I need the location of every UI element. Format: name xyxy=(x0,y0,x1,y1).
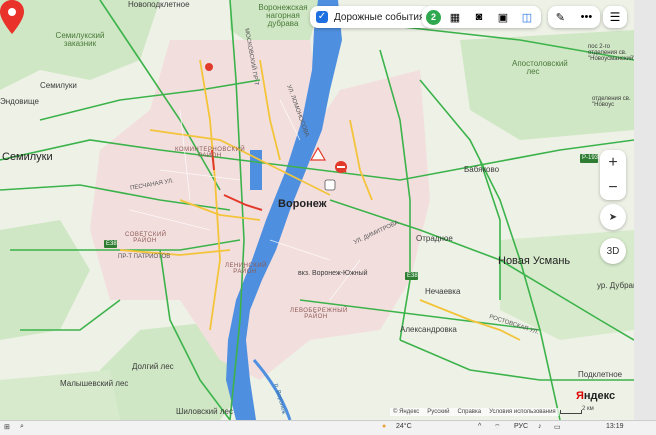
label-babyakovo: Бабяково xyxy=(464,165,500,174)
clock-label[interactable]: 13:19 xyxy=(606,423,624,430)
3d-label: 3D xyxy=(606,245,620,257)
logo-letter: Я xyxy=(576,390,584,402)
label-city: Воронеж xyxy=(278,198,327,210)
ruler-icon[interactable]: ✎ xyxy=(556,11,565,24)
label-semiluki-top: Семилуки xyxy=(40,81,77,90)
label-dubrava: ур. Дубрава xyxy=(597,281,634,290)
label-shilovsky: Шиловский лес xyxy=(176,407,233,416)
label-apostolovsky: Апостоловский лес xyxy=(512,59,568,76)
camera-icon[interactable]: ◙ xyxy=(469,8,489,26)
label-e38: Е38 xyxy=(106,241,117,247)
speaker-icon[interactable]: ♪ xyxy=(538,423,542,430)
label-levoberezhny: ЛЕВОБЕРЕЖНЫЙ РАЙОН xyxy=(290,308,348,320)
3d-button[interactable]: 3D xyxy=(600,238,626,264)
label-semiluki: Семилуки xyxy=(2,151,53,163)
label-aleksandrovka: Александровка xyxy=(400,325,457,334)
label-p193: Р-193 xyxy=(582,155,599,161)
zoom-controls: + − xyxy=(600,150,626,200)
label-patriotov: ПР-Т ПАТРИОТОВ xyxy=(118,254,171,260)
scale-bar xyxy=(560,410,582,414)
label-leninsky: ЛЕНИНСКИЙ РАЙОН xyxy=(225,263,267,275)
label-sovetsky: СОВЕТСКИЙ РАЙОН xyxy=(125,232,167,244)
geolocation-button[interactable]: ➤ xyxy=(600,204,626,230)
label-novous: отделения св. "Новоус xyxy=(592,96,631,108)
weather-icon: ● xyxy=(382,423,387,430)
traffic-events-label: Дорожные события xyxy=(334,11,425,23)
label-novopodklet: Новоподклетное xyxy=(128,0,190,9)
checkbox-icon[interactable]: ✓ xyxy=(316,11,328,23)
layers-toolbar: 2 ▦ ◙ ▣ ◫ xyxy=(422,6,541,28)
taskbar: ⊞ ⌕ ● 24°C ^ ⌔ РУС ♪ ▭ 13:19 xyxy=(0,420,656,435)
layers-icon[interactable]: ◫ xyxy=(517,8,537,26)
copyright-link[interactable]: © Яндекс xyxy=(393,409,419,415)
label-voronezh-forest: Воронежская нагорная дубрава xyxy=(258,3,308,28)
language-link[interactable]: Русский xyxy=(427,409,449,415)
zoom-out-button[interactable]: − xyxy=(608,179,617,197)
battery-icon[interactable]: ▭ xyxy=(554,423,561,431)
zoom-in-button[interactable]: + xyxy=(608,154,617,172)
map-canvas[interactable]: Новоподклетное Семилукский заказник Семи… xyxy=(0,0,634,420)
more-button[interactable]: ••• xyxy=(581,11,593,23)
network-icon[interactable]: ⌔ xyxy=(494,423,501,432)
tools-toolbar: ✎ ••• xyxy=(548,6,600,28)
transport-icon[interactable]: ▣ xyxy=(493,8,513,26)
temperature-label: 24°C xyxy=(396,423,412,430)
label-otradnoe: Отрадное xyxy=(416,234,453,243)
terms-link[interactable]: Условия использования xyxy=(489,409,556,415)
traffic-events-toggle[interactable]: ✓ Дорожные события xyxy=(310,6,433,28)
menu-button[interactable]: ☰ xyxy=(603,6,627,28)
label-pos2: пос 2-го отделения св. "Новоусманский" xyxy=(588,44,634,62)
browser-side-strip xyxy=(634,0,656,420)
label-semilukski: Семилукский заказник xyxy=(55,31,105,48)
tray-arrow-icon[interactable]: ^ xyxy=(478,423,481,430)
map-layer-icon[interactable]: ▦ xyxy=(445,8,465,26)
hamburger-icon: ☰ xyxy=(609,10,621,24)
help-link[interactable]: Справка xyxy=(458,409,482,415)
label-e38b: Е38 xyxy=(407,273,418,279)
label-malyshev: Малышевский лес xyxy=(60,379,129,388)
navigation-arrow-icon: ➤ xyxy=(608,211,618,223)
location-pin-icon[interactable] xyxy=(0,0,24,34)
search-icon[interactable]: ⌕ xyxy=(20,423,24,431)
label-vokzal: вкз. Воронеж-Южный xyxy=(298,270,368,277)
label-nechaevka: Нечаевка xyxy=(425,287,461,296)
label-dolgiy: Долгий лес xyxy=(132,362,174,371)
logo-text: ндекс xyxy=(583,390,616,402)
map-footer: © Яндекс Русский Справка Условия использ… xyxy=(390,408,559,416)
label-podkletnoe: Подклетное xyxy=(578,370,623,379)
windows-icon[interactable]: ⊞ xyxy=(4,423,10,431)
yandex-logo: Яндекс xyxy=(576,390,615,402)
label-kominternovsky: КОМИНТЕРНОВСКИЙ РАЙОН xyxy=(175,147,246,159)
traffic-score-badge[interactable]: 2 xyxy=(426,9,441,25)
language-indicator[interactable]: РУС xyxy=(514,423,528,430)
scale-label: 2 км xyxy=(582,406,594,412)
label-endovishe: Эндовище xyxy=(0,97,39,106)
label-novaya-usman: Новая Усмань xyxy=(498,255,571,267)
